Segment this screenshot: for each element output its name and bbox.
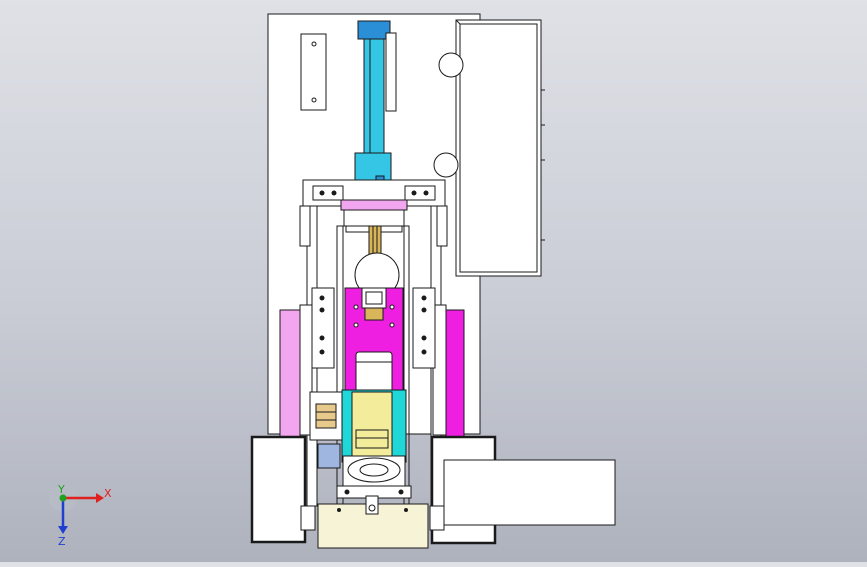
magenta-panel-right bbox=[445, 309, 465, 441]
pink-plate bbox=[340, 199, 408, 211]
base-block-left bbox=[250, 435, 307, 544]
x-axis-label: X bbox=[104, 487, 112, 500]
control-box bbox=[455, 19, 542, 277]
cylinder-housing bbox=[355, 351, 393, 393]
model-drawing[interactable]: X Y Z bbox=[0, 0, 867, 562]
z-axis-label: Z bbox=[58, 535, 66, 548]
side-panel bbox=[443, 459, 616, 526]
cylinder-cap bbox=[357, 20, 391, 40]
y-axis-label: Y bbox=[57, 483, 65, 496]
pneumatic-cylinder bbox=[363, 38, 385, 154]
coordinate-triad: X Y Z bbox=[49, 483, 112, 548]
cad-viewport[interactable]: X Y Z bbox=[0, 0, 867, 562]
slot-bracket bbox=[300, 33, 327, 111]
